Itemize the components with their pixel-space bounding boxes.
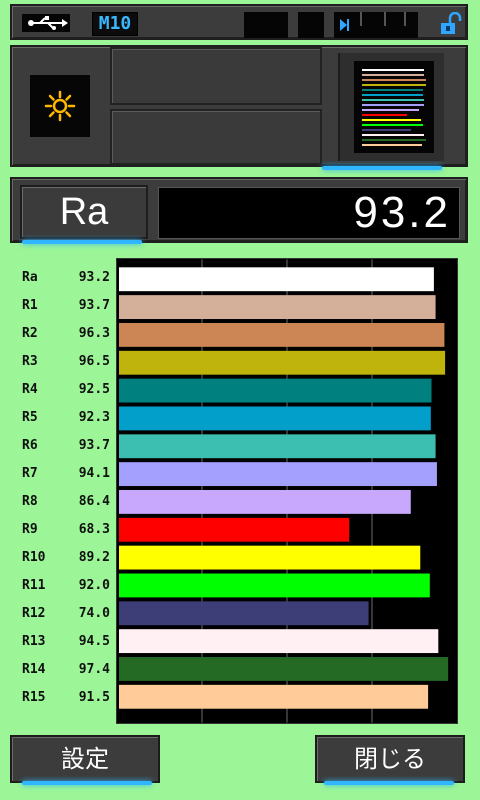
thumb-bar <box>362 94 423 96</box>
memory-indicator <box>334 12 418 38</box>
ra-label[interactable]: Ra <box>20 185 148 239</box>
sun-icon <box>44 90 76 122</box>
status-slot-1 <box>244 12 288 38</box>
bar-r9 <box>118 517 350 542</box>
bar-r2 <box>118 322 445 347</box>
thumb-bar <box>362 109 419 111</box>
row-value-r3: 96.5 <box>78 354 110 369</box>
play-step-icon <box>340 12 406 31</box>
mode-indicator: M10 <box>92 12 138 36</box>
bar-ra <box>118 267 434 292</box>
bar-r8 <box>118 490 411 514</box>
bar-r11 <box>118 573 430 598</box>
thumb-bar <box>362 104 424 106</box>
settings-button-indicator <box>22 781 152 785</box>
close-button-indicator <box>324 781 454 785</box>
row-value-r13: 94.5 <box>78 634 110 649</box>
unlocked-padlock-icon[interactable] <box>440 12 462 36</box>
cri-bar-chart <box>116 258 458 724</box>
thumb-bar <box>362 144 422 146</box>
thumb-bar <box>362 74 424 76</box>
row-value-r10: 89.2 <box>78 550 110 565</box>
row-value-r4: 92.5 <box>78 382 110 397</box>
row-value-ra: 93.2 <box>78 270 110 285</box>
row-value-r2: 96.3 <box>78 326 110 341</box>
thumb-bar <box>362 114 407 116</box>
view-toggle-indicator <box>322 166 442 170</box>
row-value-r7: 94.1 <box>78 466 110 481</box>
status-bar: M10 <box>10 4 468 40</box>
row-value-r5: 92.3 <box>78 410 110 425</box>
thumb-bar <box>362 89 423 91</box>
thumb-bar <box>362 124 423 126</box>
thumb-bar <box>362 119 421 121</box>
row-value-r11: 92.0 <box>78 578 110 593</box>
ra-label-indicator <box>22 240 142 244</box>
ra-row: Ra 93.2 <box>10 177 468 243</box>
cri-thumbnail <box>354 61 434 153</box>
thumb-bar <box>362 69 424 71</box>
bar-r10 <box>118 545 421 570</box>
bar-r5 <box>118 406 431 431</box>
thumb-bar <box>362 84 426 86</box>
header-panel <box>10 45 468 167</box>
bar-r3 <box>118 350 446 375</box>
bar-r7 <box>118 462 437 487</box>
bar-r12 <box>118 601 369 626</box>
header-cell-bottom <box>110 109 322 165</box>
light-source-button[interactable] <box>30 75 90 137</box>
view-toggle-button[interactable] <box>338 53 444 161</box>
bar-r6 <box>118 434 436 459</box>
row-value-r8: 86.4 <box>78 494 110 509</box>
thumb-bar <box>362 134 424 136</box>
header-cell-top <box>110 47 322 105</box>
usb-icon <box>22 14 70 32</box>
bar-r15 <box>118 684 429 709</box>
bar-r14 <box>118 657 449 681</box>
thumb-bar <box>362 99 424 101</box>
thumb-bar <box>362 129 411 131</box>
bar-r13 <box>118 629 439 654</box>
thumb-bar <box>362 79 426 81</box>
row-value-r9: 68.3 <box>78 522 110 537</box>
row-value-r6: 93.7 <box>78 438 110 453</box>
row-value-r14: 97.4 <box>78 662 110 677</box>
thumb-bar <box>362 139 426 141</box>
row-value-r15: 91.5 <box>78 690 110 705</box>
row-value-r1: 93.7 <box>78 298 110 313</box>
settings-button[interactable]: 設定 <box>10 735 160 783</box>
close-button[interactable]: 閉じる <box>315 735 465 783</box>
row-value-r12: 74.0 <box>78 606 110 621</box>
bar-r1 <box>118 295 436 320</box>
status-slot-2 <box>298 12 324 38</box>
ra-value: 93.2 <box>158 187 460 239</box>
bar-r4 <box>118 378 432 403</box>
